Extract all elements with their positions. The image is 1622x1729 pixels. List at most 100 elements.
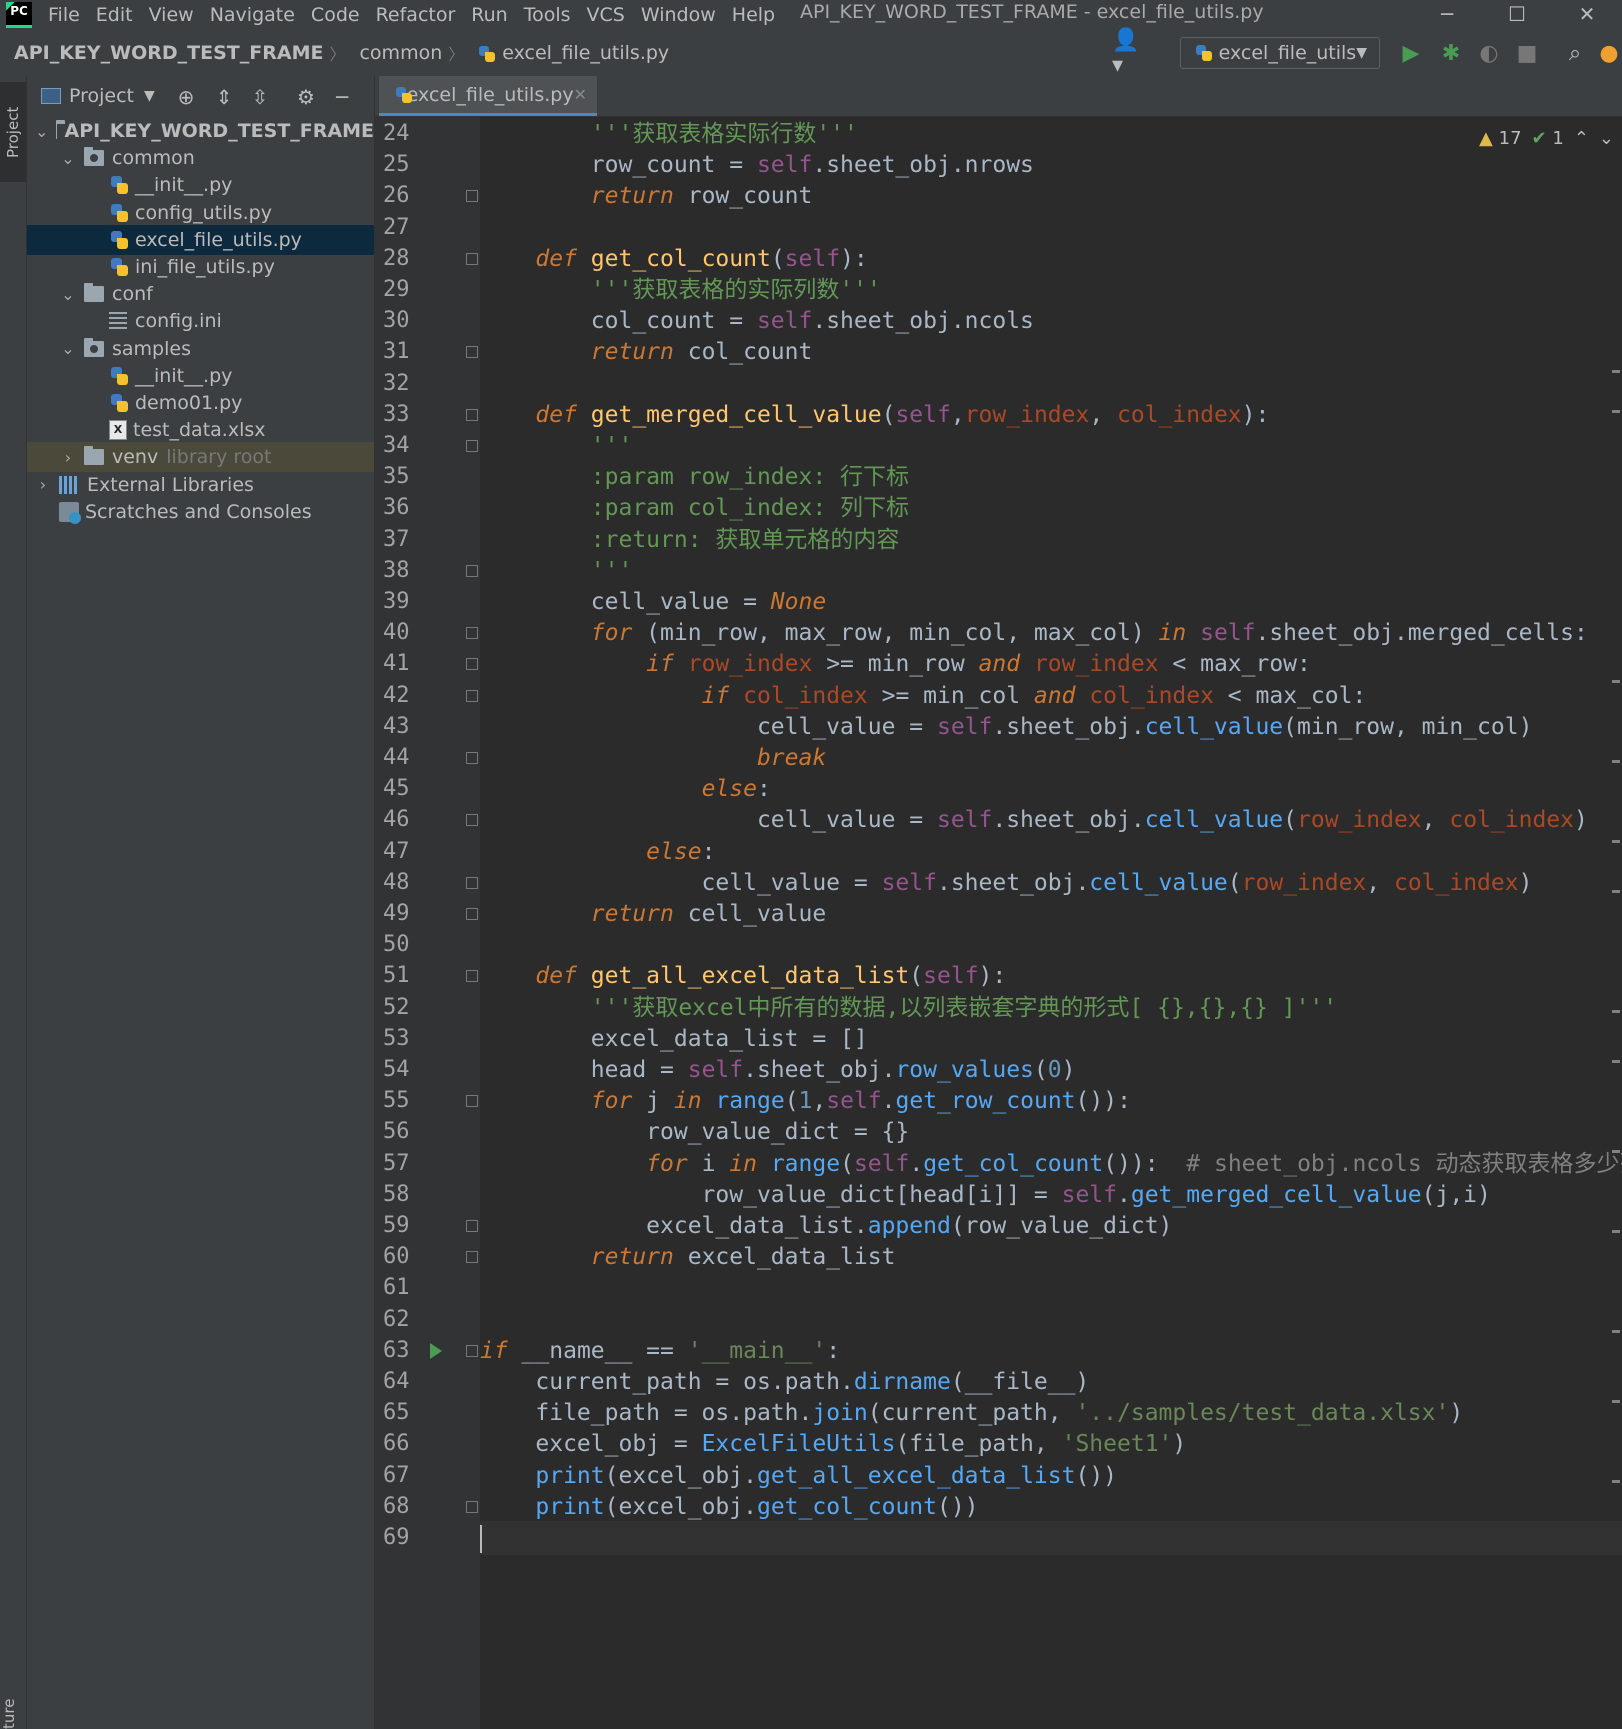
fold-marker-icon[interactable] <box>466 190 478 203</box>
expand-all-icon[interactable]: ⇕ <box>211 84 237 110</box>
chevron-down-icon[interactable]: ⌄ <box>60 285 76 304</box>
menu-item-help[interactable]: Help <box>724 4 783 26</box>
scrollbar-mark[interactable] <box>1612 1060 1620 1063</box>
menu-item-refactor[interactable]: Refactor <box>368 4 464 26</box>
scrollbar-mark[interactable] <box>1612 680 1620 683</box>
code-line: print(excel_obj.get_all_excel_data_list(… <box>480 1459 1622 1493</box>
fold-marker-icon[interactable] <box>466 1220 478 1232</box>
fold-marker-icon[interactable] <box>466 1095 478 1108</box>
tree-item[interactable]: config.ini <box>27 306 374 336</box>
menu-item-navigate[interactable]: Navigate <box>202 4 303 26</box>
tree-item[interactable]: Scratches and Consoles <box>27 497 374 527</box>
menu-item-run[interactable]: Run <box>463 4 515 26</box>
breadcrumb-project[interactable]: API_KEY_WORD_TEST_FRAME <box>0 42 329 64</box>
fold-marker-icon[interactable] <box>466 876 478 889</box>
fold-marker-icon[interactable] <box>466 1344 478 1357</box>
user-icon[interactable]: 👤▾ <box>1112 28 1142 78</box>
fold-marker-icon[interactable] <box>466 689 478 702</box>
tree-item[interactable]: ini_file_utils.py <box>27 252 374 282</box>
structure-tool-tab[interactable]: ture <box>0 1689 26 1729</box>
tree-item[interactable]: ⌄ samples <box>27 334 374 364</box>
scrollbar-mark[interactable] <box>1612 1480 1620 1483</box>
run-icon[interactable]: ▶ <box>1396 38 1426 68</box>
tree-item[interactable]: demo01.py <box>27 388 374 418</box>
maximize-icon[interactable]: ☐ <box>1482 0 1552 28</box>
code-token: , <box>1421 807 1450 834</box>
menu-item-edit[interactable]: Edit <box>88 4 141 26</box>
project-view-select[interactable]: Project ▼ <box>41 85 155 107</box>
scrollbar-mark[interactable] <box>1612 1330 1620 1333</box>
collapse-all-icon[interactable]: ⇳ <box>247 84 273 110</box>
fold-marker-icon[interactable] <box>466 970 478 983</box>
tree-item[interactable]: config_utils.py <box>27 198 374 228</box>
tree-item[interactable]: ⌄ API_KEY_WORD_TEST_FRAME <box>27 116 374 146</box>
tree-item[interactable]: › venv library root <box>27 442 374 473</box>
fold-marker-icon[interactable] <box>466 1251 478 1264</box>
code-editor[interactable]: '''获取表格实际行数''' row_count = self.sheet_ob… <box>480 117 1622 1729</box>
hide-panel-icon[interactable]: ─ <box>329 84 355 110</box>
chevron-down-icon[interactable]: ⌄ <box>60 339 76 358</box>
breadcrumb-folder[interactable]: common <box>345 42 448 64</box>
scrollbar-mark[interactable] <box>1612 890 1620 893</box>
close-window-icon[interactable]: ✕ <box>1552 0 1622 28</box>
update-icon[interactable]: ● <box>1594 38 1622 68</box>
locate-icon[interactable]: ⊕ <box>173 84 199 110</box>
fold-marker-icon[interactable] <box>466 908 478 920</box>
menu-item-window[interactable]: Window <box>633 4 724 26</box>
close-tab-icon[interactable]: ✕ <box>574 85 587 104</box>
fold-marker-icon[interactable] <box>466 658 478 671</box>
menu-item-tools[interactable]: Tools <box>516 4 579 26</box>
tree-item[interactable]: ⌄ conf <box>27 279 374 309</box>
chevron-down-icon[interactable]: ⌄ <box>35 122 48 141</box>
search-icon[interactable]: ⌕ <box>1560 38 1590 68</box>
fold-marker-icon[interactable] <box>466 564 478 577</box>
scrollbar-mark[interactable] <box>1612 1400 1620 1403</box>
tree-item[interactable]: __init__.py <box>27 170 374 200</box>
menu-item-file[interactable]: File <box>40 4 88 26</box>
inspection-widget[interactable]: ▲ 17 ✔ 1 ⌃ ⌄ <box>1479 124 1622 152</box>
tree-item[interactable]: __init__.py <box>27 361 374 391</box>
chevron-down-icon[interactable]: ⌄ <box>60 149 76 168</box>
tab-excel-file-utils[interactable]: excel_file_utils.py ✕ <box>379 76 597 116</box>
scrollbar-mark[interactable] <box>1612 370 1620 373</box>
menu-item-vcs[interactable]: VCS <box>579 4 633 26</box>
scrollbar-mark[interactable] <box>1612 410 1620 413</box>
fold-marker-icon[interactable] <box>466 814 478 827</box>
project-tool-tab[interactable]: Project <box>0 82 26 182</box>
debug-icon[interactable]: ✱ <box>1436 38 1466 68</box>
scrollbar-mark[interactable] <box>1612 1230 1620 1233</box>
scrollbar-mark[interactable] <box>1612 760 1620 763</box>
fold-marker-icon[interactable] <box>466 1500 478 1513</box>
gear-icon[interactable]: ⚙ <box>293 84 319 110</box>
fold-marker-icon[interactable] <box>466 627 478 640</box>
chevron-right-icon[interactable]: › <box>60 448 76 467</box>
run-gutter-icon[interactable] <box>430 1342 442 1359</box>
chevron-right-icon[interactable]: › <box>35 475 51 494</box>
line-number: 61 <box>383 1275 410 1301</box>
scrollbar-mark[interactable] <box>1612 1010 1620 1013</box>
coverage-icon[interactable]: ◐ <box>1474 38 1504 68</box>
tree-item[interactable]: › External Libraries <box>27 470 374 500</box>
fold-marker-icon[interactable] <box>466 408 478 421</box>
minimize-icon[interactable]: ─ <box>1412 0 1482 28</box>
fold-marker-icon[interactable] <box>466 346 478 359</box>
chevron-up-icon[interactable]: ⌃ <box>1574 128 1589 149</box>
run-config-select[interactable]: excel_file_utils ▼ <box>1180 37 1380 69</box>
fold-marker-icon[interactable] <box>466 252 478 265</box>
tree-item[interactable]: ⌄ common <box>27 143 374 173</box>
tree-item[interactable]: excel_file_utils.py <box>27 224 374 255</box>
fold-marker-icon[interactable] <box>466 752 478 764</box>
tree-item[interactable]: Xtest_data.xlsx <box>27 415 374 445</box>
menu-item-view[interactable]: View <box>141 4 202 26</box>
scrollbar-mark[interactable] <box>1612 840 1620 843</box>
stop-icon[interactable]: ■ <box>1512 38 1542 68</box>
chevron-down-icon[interactable]: ⌄ <box>1599 128 1614 149</box>
menu-item-code[interactable]: Code <box>303 4 368 26</box>
breadcrumb-file[interactable]: excel_file_utils.py <box>464 42 675 64</box>
fold-marker-icon[interactable] <box>466 440 478 452</box>
scrollbar-mark[interactable] <box>1612 1150 1620 1153</box>
code-token: else <box>646 838 702 865</box>
